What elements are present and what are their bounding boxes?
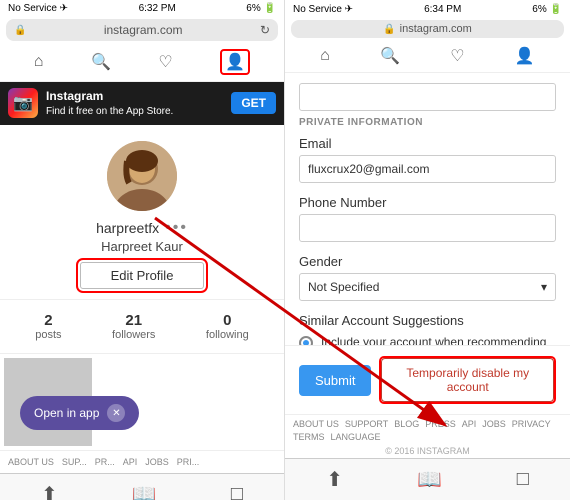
posts-label: posts xyxy=(35,329,61,341)
r-about-link[interactable]: ABOUT US xyxy=(293,419,339,429)
right-heart-icon[interactable]: ♡ xyxy=(450,46,464,66)
suggestion-radio[interactable] xyxy=(299,336,313,345)
privacy-link[interactable]: PR... xyxy=(95,457,115,467)
share-icon[interactable]: ⬆ xyxy=(41,482,58,500)
right-nav-bar: ⌂ 🔍 ♡ 👤 xyxy=(285,40,570,73)
right-tabs-icon[interactable]: □ xyxy=(517,468,529,491)
followers-count: 21 xyxy=(112,312,155,329)
email-label: Email xyxy=(299,136,556,151)
left-address-text: instagram.com xyxy=(104,23,183,37)
open-in-app-toast[interactable]: Open in app ✕ xyxy=(20,396,139,430)
r-terms-link[interactable]: TERMS xyxy=(293,432,325,442)
right-status-bar: No Service ✈ 6:34 PM 6% 🔋 xyxy=(285,0,570,18)
tabs-icon[interactable]: □ xyxy=(231,483,243,500)
email-input[interactable] xyxy=(299,155,556,183)
top-input[interactable] xyxy=(299,83,556,111)
right-bottom-tab-bar: ⬆ 📖 □ xyxy=(285,458,570,500)
suggestion-text: Include your account when recommending s… xyxy=(321,334,556,345)
profile-icon[interactable]: 👤 xyxy=(220,49,250,75)
chevron-down-icon: ▾ xyxy=(541,280,547,294)
suggestion-row: Include your account when recommending s… xyxy=(299,334,556,345)
lock-icon: 🔒 xyxy=(14,25,26,36)
profile-section: harpreetfx ••• Harpreet Kaur Edit Profil… xyxy=(0,125,284,299)
left-status-battery: 6% 🔋 xyxy=(246,3,276,14)
left-status-time: 6:32 PM xyxy=(139,3,176,14)
app-subtitle: Find it free on the App Store. xyxy=(46,105,223,119)
open-in-app-label: Open in app xyxy=(34,406,99,420)
stats-row: 2 posts 21 followers 0 following xyxy=(0,299,284,354)
following-stat: 0 following xyxy=(206,312,249,341)
app-name: Instagram xyxy=(46,88,223,105)
instagram-icon: 📷 xyxy=(8,88,38,118)
followers-stat: 21 followers xyxy=(112,312,155,341)
following-count: 0 xyxy=(206,312,249,329)
jobs-link[interactable]: JOBS xyxy=(145,457,169,467)
suggestions-section: Similar Account Suggestions Include your… xyxy=(299,313,556,345)
followers-label: followers xyxy=(112,329,155,341)
left-status-signal: No Service ✈ xyxy=(8,3,68,14)
posts-stat: 2 posts xyxy=(35,312,61,341)
r-jobs-link[interactable]: JOBS xyxy=(482,419,506,429)
right-address-bar[interactable]: 🔒 instagram.com xyxy=(291,20,564,38)
r-support-link[interactable]: SUPPORT xyxy=(345,419,388,429)
disable-account-button[interactable]: Temporarily disable my account xyxy=(381,358,554,402)
right-home-icon[interactable]: ⌂ xyxy=(320,47,330,65)
right-bookmarks-icon[interactable]: 📖 xyxy=(417,467,442,492)
home-icon[interactable]: ⌂ xyxy=(34,53,44,71)
right-footer: ABOUT US SUPPORT BLOG PRESS API JOBS PRI… xyxy=(285,414,570,444)
suggestions-heading: Similar Account Suggestions xyxy=(299,313,556,328)
r-press-link[interactable]: PRESS xyxy=(425,419,456,429)
app-banner-text: Instagram Find it free on the App Store. xyxy=(46,88,223,119)
r-privacy-link[interactable]: PRIVACY xyxy=(512,419,551,429)
left-bottom-tab-bar: ⬆ 📖 □ xyxy=(0,473,284,500)
right-share-icon[interactable]: ⬆ xyxy=(326,467,343,492)
action-row: Submit Temporarily disable my account xyxy=(285,345,570,414)
support-link[interactable]: SUP... xyxy=(62,457,87,467)
right-panel: No Service ✈ 6:34 PM 6% 🔋 🔒 instagram.co… xyxy=(285,0,570,500)
left-footer: ABOUT US SUP... PR... API JOBS PRI... xyxy=(0,450,284,473)
right-status-battery: 6% 🔋 xyxy=(532,4,562,15)
username-row: harpreetfx ••• xyxy=(96,219,188,237)
r-api-link[interactable]: API xyxy=(462,419,477,429)
right-status-time: 6:34 PM xyxy=(424,4,461,15)
r-blog-link[interactable]: BLOG xyxy=(394,419,419,429)
footer-copyright: © 2016 INSTAGRAM xyxy=(285,444,570,458)
phone-label: Phone Number xyxy=(299,195,556,210)
disable-btn-wrapper: Temporarily disable my account xyxy=(379,356,556,404)
gender-label: Gender xyxy=(299,254,556,269)
privacy2-link[interactable]: PRI... xyxy=(177,457,200,467)
form-content: PRIVATE INFORMATION Email Phone Number G… xyxy=(285,73,570,345)
r-language-link[interactable]: LANGUAGE xyxy=(331,432,381,442)
api-link[interactable]: API xyxy=(123,457,138,467)
right-profile-icon[interactable]: 👤 xyxy=(515,46,535,66)
get-app-button[interactable]: GET xyxy=(231,92,276,114)
avatar xyxy=(107,141,177,211)
posts-count: 2 xyxy=(35,312,61,329)
left-status-bar: No Service ✈ 6:32 PM 6% 🔋 xyxy=(0,0,284,17)
submit-button[interactable]: Submit xyxy=(299,365,371,396)
heart-icon[interactable]: ♡ xyxy=(158,52,172,72)
about-link[interactable]: ABOUT US xyxy=(8,457,54,467)
app-store-banner: 📷 Instagram Find it free on the App Stor… xyxy=(0,82,284,125)
section-label: PRIVATE INFORMATION xyxy=(299,117,556,128)
left-address-bar[interactable]: 🔒 instagram.com ↻ xyxy=(6,19,278,41)
right-address-text: instagram.com xyxy=(400,23,472,35)
bookmarks-icon[interactable]: 📖 xyxy=(132,482,157,500)
right-search-icon[interactable]: 🔍 xyxy=(380,46,400,66)
reload-icon[interactable]: ↻ xyxy=(260,23,270,37)
options-dots[interactable]: ••• xyxy=(165,219,188,237)
username: harpreetfx xyxy=(96,220,159,236)
search-icon[interactable]: 🔍 xyxy=(91,52,111,72)
following-label: following xyxy=(206,329,249,341)
phone-input[interactable] xyxy=(299,214,556,242)
right-lock-icon: 🔒 xyxy=(383,24,395,35)
edit-profile-button[interactable]: Edit Profile xyxy=(80,262,205,289)
close-toast-button[interactable]: ✕ xyxy=(107,404,125,422)
right-status-signal: No Service ✈ xyxy=(293,4,353,15)
gender-select[interactable]: Not Specified ▾ xyxy=(299,273,556,301)
left-nav-bar: ⌂ 🔍 ♡ 👤 xyxy=(0,43,284,82)
gender-value: Not Specified xyxy=(308,280,379,294)
display-name: Harpreet Kaur xyxy=(101,239,183,254)
